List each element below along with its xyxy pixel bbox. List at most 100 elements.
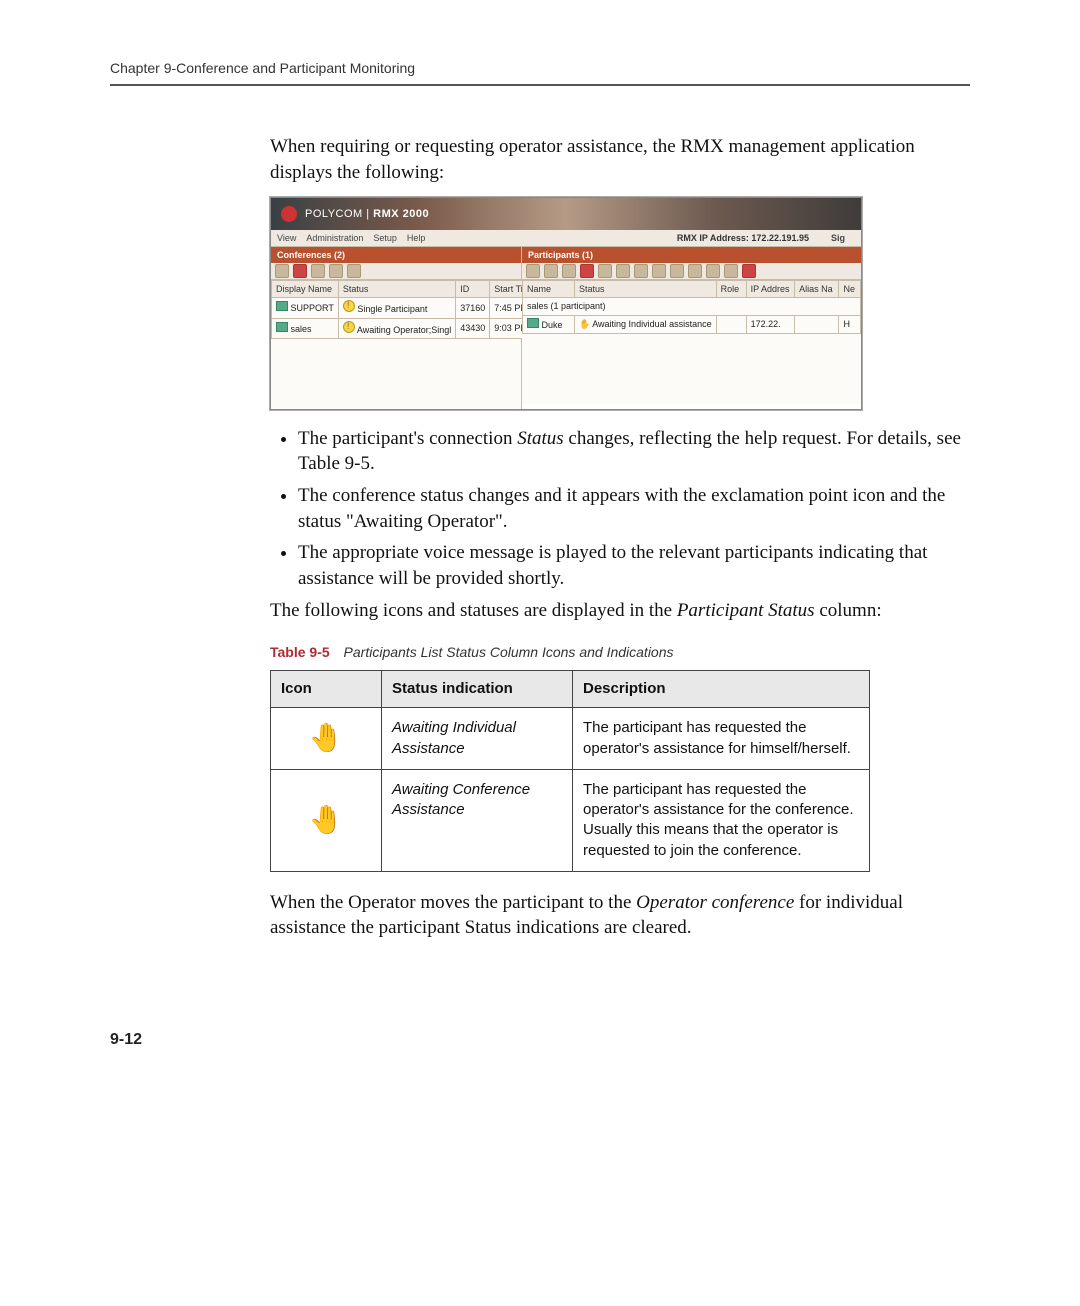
text: When the Operator moves the participant … (270, 892, 636, 913)
conferences-toolbar (271, 263, 521, 280)
table-row[interactable]: Duke ✋ Awaiting Individual assistance 17… (523, 315, 861, 333)
text: column: (815, 600, 882, 621)
participants-toolbar (522, 263, 861, 280)
text: The conference status changes and it app… (298, 485, 945, 532)
menu-help[interactable]: Help (407, 232, 426, 244)
toolbar-icon[interactable] (706, 264, 720, 278)
list-item: The appropriate voice message is played … (298, 540, 970, 591)
conferences-panel: Conferences (2) Display Name Status ID (271, 247, 522, 408)
app-brand: POLYCOM | RMX 2000 (305, 207, 429, 222)
table-row: 🤚 Awaiting Conference Assistance The par… (271, 769, 870, 871)
text-em: Participant Status (677, 600, 815, 621)
toolbar-icon[interactable] (616, 264, 630, 278)
menu-administration[interactable]: Administration (306, 232, 363, 244)
col-status[interactable]: Status (338, 281, 455, 298)
participant-icon (527, 318, 539, 328)
group-cell: sales (1 participant) (523, 298, 861, 315)
cell: 37160 (456, 298, 490, 318)
th-icon: Icon (271, 671, 382, 708)
table-caption: Table 9-5 Participants List Status Colum… (270, 643, 970, 662)
brand-bold: RMX 2000 (373, 208, 429, 220)
delete-icon[interactable] (293, 264, 307, 278)
brand-prefix: POLYCOM | (305, 208, 373, 220)
participants-grid: Name Status Role IP Addres Alias Na Ne s… (522, 280, 861, 333)
cell: Single Participant (357, 304, 427, 314)
intro-paragraph: When requiring or requesting operator as… (270, 134, 970, 185)
text: The following icons and statuses are dis… (270, 600, 677, 621)
caption-text: Participants List Status Column Icons an… (344, 644, 674, 660)
cell: sales (291, 324, 312, 334)
conference-icon (276, 301, 288, 311)
ip-address-label: RMX IP Address: 172.22.191.95 (677, 232, 809, 244)
cell: SUPPORT (291, 303, 334, 313)
col-display-name[interactable]: Display Name (272, 281, 339, 298)
col-ip[interactable]: IP Addres (746, 281, 795, 298)
toolbar-icon[interactable] (652, 264, 666, 278)
raise-hand-yellow-icon: 🤚 (309, 722, 344, 753)
text-em: Status (517, 428, 563, 449)
th-status: Status indication (382, 671, 573, 708)
toolbar-icon[interactable] (526, 264, 540, 278)
warning-icon (343, 321, 355, 333)
cell (795, 315, 839, 333)
followup-paragraph: The following icons and statuses are dis… (270, 598, 970, 624)
toolbar-icon[interactable] (562, 264, 576, 278)
cell (716, 315, 746, 333)
group-row[interactable]: sales (1 participant) (523, 298, 861, 315)
status-cell: Awaiting Conference Assistance (382, 769, 573, 871)
toolbar-icon[interactable] (347, 264, 361, 278)
participants-panel: Participants (1) (522, 247, 861, 408)
status-table: Icon Status indication Description 🤚 Awa… (270, 670, 870, 872)
toolbar-icon[interactable] (598, 264, 612, 278)
menu-bar: View Administration Setup Help RMX IP Ad… (271, 230, 861, 247)
page-number: 9-12 (110, 1031, 970, 1049)
cell: Awaiting Operator;Singl (357, 325, 451, 335)
col-alias[interactable]: Alias Na (795, 281, 839, 298)
table-row: 🤚 Awaiting Individual Assistance The par… (271, 708, 870, 770)
sig-label: Sig (831, 232, 845, 244)
raise-hand-green-icon: 🤚 (309, 804, 344, 835)
header-rule (110, 84, 970, 86)
list-item: The conference status changes and it app… (298, 483, 970, 534)
table-row[interactable]: sales Awaiting Operator;Singl 43430 9:03… (272, 318, 533, 338)
text: The appropriate voice message is played … (298, 542, 927, 589)
app-banner: POLYCOM | RMX 2000 (271, 198, 861, 230)
cell: 172.22. (746, 315, 795, 333)
table-row[interactable]: SUPPORT Single Participant 37160 7:45 PM (272, 298, 533, 318)
toolbar-icon[interactable] (275, 264, 289, 278)
toolbar-icon[interactable] (688, 264, 702, 278)
cell: 43430 (456, 318, 490, 338)
conference-icon (276, 322, 288, 332)
toolbar-icon[interactable] (544, 264, 558, 278)
polycom-logo-icon (281, 206, 297, 222)
warning-icon (343, 300, 355, 312)
th-description: Description (573, 671, 870, 708)
cell: H (839, 315, 861, 333)
toolbar-icon[interactable] (634, 264, 648, 278)
closing-paragraph: When the Operator moves the participant … (270, 890, 970, 941)
col-status[interactable]: Status (574, 281, 716, 298)
menu-setup[interactable]: Setup (373, 232, 397, 244)
toolbar-icon[interactable] (329, 264, 343, 278)
text-em: Operator conference (636, 892, 794, 913)
rmx-screenshot: POLYCOM | RMX 2000 View Administration S… (270, 197, 862, 409)
caption-label: Table 9-5 (270, 644, 330, 660)
participants-title: Participants (1) (522, 247, 861, 263)
col-id[interactable]: ID (456, 281, 490, 298)
toolbar-icon[interactable] (580, 264, 594, 278)
toolbar-icon[interactable] (724, 264, 738, 278)
col-ne[interactable]: Ne (839, 281, 861, 298)
bullet-list: The participant's connection Status chan… (270, 426, 970, 592)
toolbar-icon[interactable] (311, 264, 325, 278)
menu-view[interactable]: View (277, 232, 296, 244)
cell: Duke (542, 320, 563, 330)
conferences-title: Conferences (2) (271, 247, 521, 263)
col-name[interactable]: Name (523, 281, 575, 298)
list-item: The participant's connection Status chan… (298, 426, 970, 477)
chapter-header: Chapter 9-Conference and Participant Mon… (110, 60, 970, 76)
toolbar-icon[interactable] (670, 264, 684, 278)
text: The participant's connection (298, 428, 517, 449)
col-role[interactable]: Role (716, 281, 746, 298)
record-icon[interactable] (742, 264, 756, 278)
desc-cell: The participant has requested the operat… (573, 708, 870, 770)
